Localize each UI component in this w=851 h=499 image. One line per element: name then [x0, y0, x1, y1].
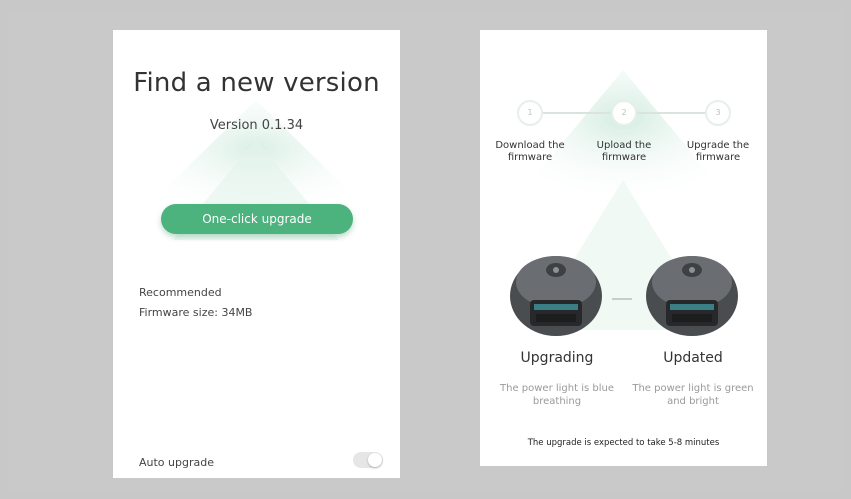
upgrade-progress-screen: 1 2 3 Download the firmware Upload the f… [480, 30, 767, 466]
step-1-label: Download the firmware [495, 140, 565, 163]
state-upgrading-description: The power light is blue breathing [500, 383, 614, 407]
toggle-knob [368, 453, 382, 467]
step-connector [543, 112, 611, 114]
state-updated-description: The power light is green and bright [632, 383, 754, 407]
auto-upgrade-label: Auto upgrade [139, 456, 214, 469]
state-updated-title: Updated [663, 350, 723, 366]
step-2-label: Upload the firmware [596, 140, 652, 163]
step-2-indicator: 2 [611, 100, 637, 126]
one-click-upgrade-button[interactable]: One-click upgrade [161, 204, 353, 234]
robot-updated-image [646, 256, 738, 336]
auto-upgrade-toggle[interactable] [353, 452, 383, 468]
version-number: Version 0.1.34 [209, 118, 304, 133]
state-connector [612, 298, 632, 300]
page-title: Find a new version [133, 68, 380, 98]
state-upgrading-title: Upgrading [520, 350, 594, 366]
firmware-size: Firmware size: 34MB [139, 306, 253, 319]
recommended-label: Recommended [139, 286, 222, 299]
find-new-version-screen: Find a new version Version 0.1.34 One-cl… [113, 30, 400, 478]
step-3-indicator: 3 [705, 100, 731, 126]
upgrade-duration-note: The upgrade is expected to take 5-8 minu… [527, 438, 720, 448]
robot-upgrading-image [510, 256, 602, 336]
step-3-label: Upgrade the firmware [686, 140, 750, 163]
step-connector [637, 112, 705, 114]
step-1-indicator: 1 [517, 100, 543, 126]
